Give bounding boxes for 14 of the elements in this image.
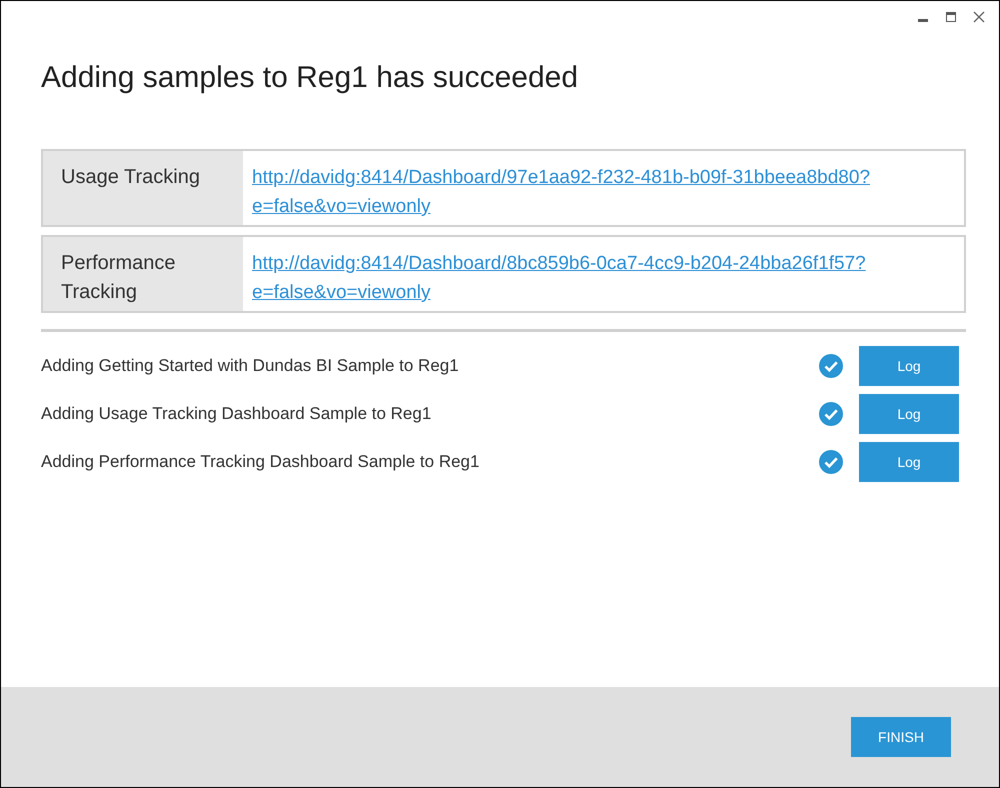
close-icon[interactable]: [973, 11, 985, 23]
finish-button[interactable]: FINISH: [851, 717, 951, 757]
dashboard-link[interactable]: http://davidg:8414/Dashboard/8bc859b6-0ca7-4cc9-b204-24bba26f1f57?e=false&vo=viewonly: [252, 249, 934, 307]
dialog-title: Adding samples to Reg1 has succeeded: [41, 61, 580, 96]
task-text: Adding Getting Started with Dundas BI Sample to Reg1: [41, 356, 460, 376]
task-text: Adding Performance Tracking Dashboard Sample to Reg1: [41, 452, 480, 472]
task-text: Adding Usage Tracking Dashboard Sample to Reg1: [41, 404, 432, 424]
dashboard-link[interactable]: http://davidg:8414/Dashboard/97e1aa92-f232-481b-b09f-31bbeea8bd80?e=false&vo=viewonly: [252, 163, 934, 221]
maximize-icon[interactable]: [945, 11, 957, 23]
log-button[interactable]: Log: [859, 346, 959, 386]
log-button[interactable]: Log: [859, 442, 959, 482]
log-button[interactable]: Log: [859, 394, 959, 434]
link-label: Performance Tracking: [43, 237, 243, 311]
link-label: Usage Tracking: [43, 151, 243, 225]
